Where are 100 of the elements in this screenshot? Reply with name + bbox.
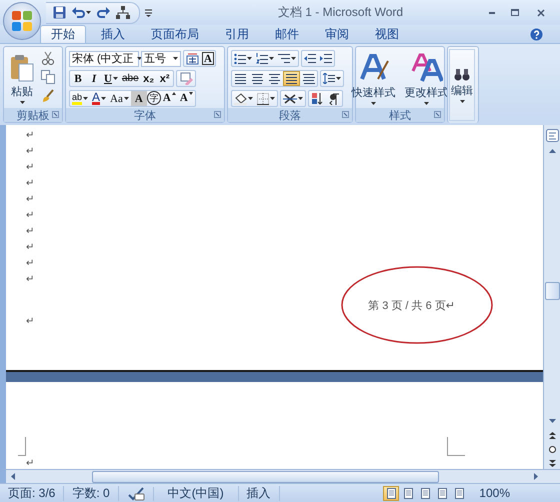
- double-up-arrow-icon: [548, 432, 556, 438]
- align-button[interactable]: [283, 71, 300, 86]
- scissors-icon: [41, 51, 55, 65]
- paste-button[interactable]: 粘贴: [7, 50, 37, 108]
- format-button[interactable]: x²: [156, 71, 173, 86]
- copy-button[interactable]: [40, 69, 56, 85]
- caret-icon: [298, 97, 303, 100]
- caret-icon: [248, 97, 253, 100]
- paragraph-mark: ↵: [26, 129, 34, 143]
- paint-bucket-icon: [234, 92, 247, 104]
- format-button[interactable]: x₂: [140, 71, 157, 86]
- ribbon-tab[interactable]: 审阅: [314, 25, 360, 43]
- character-border-button[interactable]: A: [202, 52, 214, 65]
- ruler-toggle-button[interactable]: [544, 127, 560, 143]
- align-button[interactable]: [300, 71, 317, 86]
- zoom-level[interactable]: 100%: [471, 486, 560, 501]
- window-title: 文档 1 - Microsoft Word: [276, 4, 404, 21]
- paragraph-mark: ↵: [26, 177, 34, 191]
- word-count-status[interactable]: 字数: 0: [64, 486, 119, 501]
- highlight-button[interactable]: ab: [70, 91, 90, 106]
- page-view-icon: [402, 488, 414, 499]
- insert-mode-status[interactable]: 插入: [238, 486, 280, 501]
- copy-icon: [41, 70, 55, 84]
- align-lines-icon: [234, 73, 247, 84]
- quick-styles-button[interactable]: 快速样式: [348, 50, 398, 108]
- undo-button[interactable]: [71, 6, 92, 20]
- office-button[interactable]: [3, 2, 41, 40]
- ribbon-tab[interactable]: 页面布局: [140, 25, 210, 43]
- save-button[interactable]: [52, 5, 67, 20]
- bullets-button[interactable]: [232, 51, 254, 66]
- caret-icon: [270, 97, 275, 100]
- font-size-dropdown[interactable]: 五号: [141, 50, 181, 66]
- maximize-icon: [509, 8, 521, 18]
- bullet-list-icon: [234, 53, 246, 64]
- format-painter-button[interactable]: [40, 88, 56, 104]
- redo-icon: [97, 6, 110, 18]
- ribbon-tab[interactable]: 开始: [40, 25, 86, 43]
- group-label: 段落: [279, 108, 301, 122]
- phonetic-guide-button[interactable]: [184, 51, 201, 66]
- page-view-icon: [454, 488, 465, 499]
- align-lines-icon: [268, 73, 281, 84]
- enclose-character-button[interactable]: 字: [146, 91, 161, 105]
- borders-button[interactable]: [255, 91, 277, 106]
- align-lines-icon: [302, 73, 315, 84]
- view-mode-button[interactable]: [383, 486, 400, 501]
- dropdown-caret-icon: [86, 11, 91, 14]
- close-icon: [535, 8, 547, 18]
- minimize-icon: [489, 12, 495, 14]
- caret-icon: [173, 57, 178, 60]
- grow-font-button[interactable]: A: [160, 91, 178, 106]
- caret-icon: [124, 97, 129, 100]
- group-label: 字体: [134, 108, 156, 122]
- change-case-button[interactable]: Aa: [108, 91, 131, 106]
- customize-toolbar-button[interactable]: [144, 8, 153, 18]
- editing-button[interactable]: 编辑: [449, 49, 475, 121]
- shading-button[interactable]: [232, 91, 255, 106]
- page-count-status[interactable]: 页面: 3/6: [0, 486, 64, 501]
- scrollbar-thumb[interactable]: [544, 282, 560, 300]
- paragraph-mark: ↵: [26, 315, 34, 329]
- right-arrow-icon: [534, 473, 538, 480]
- align-lines-icon: [251, 73, 264, 84]
- numbered-list-icon: [256, 53, 268, 64]
- font-color-button[interactable]: A: [90, 91, 108, 106]
- customize-icon: [145, 8, 152, 16]
- numbering-button[interactable]: [254, 51, 276, 66]
- format-button[interactable]: U: [102, 71, 120, 86]
- increase-indent-button[interactable]: [318, 51, 334, 66]
- font-name-dropdown[interactable]: 宋体 (中文正: [69, 50, 139, 66]
- caret-icon: [371, 102, 376, 105]
- character-shading-button[interactable]: A: [130, 91, 147, 106]
- save-icon: [53, 6, 66, 19]
- language-status[interactable]: 中文(中国): [154, 486, 239, 501]
- cut-button[interactable]: [40, 50, 56, 66]
- format-button[interactable]: I: [86, 71, 102, 86]
- diagram-button[interactable]: [115, 5, 131, 20]
- up-triangle-icon: [172, 92, 176, 95]
- ribbon-tab[interactable]: 引用: [214, 25, 260, 43]
- format-button[interactable]: B: [70, 71, 86, 86]
- paragraph-mark: ↵: [26, 457, 34, 471]
- left-arrow-icon: [11, 473, 15, 480]
- decrease-indent-button[interactable]: [302, 51, 318, 66]
- align-button[interactable]: [232, 71, 249, 86]
- paragraph-mark: ↵: [26, 225, 34, 239]
- ribbon-tab[interactable]: 视图: [364, 25, 410, 43]
- multilevel-list-button[interactable]: [276, 51, 298, 66]
- ribbon-tab[interactable]: 邮件: [264, 25, 310, 43]
- align-button[interactable]: [266, 71, 283, 86]
- caret-icon: [291, 57, 296, 60]
- scrollbar-thumb[interactable]: [92, 471, 439, 483]
- down-arrow-icon: [548, 419, 556, 423]
- paragraph-mark: ↵: [26, 257, 34, 271]
- dialog-launcher-icon: [52, 111, 59, 118]
- redo-button[interactable]: [96, 6, 111, 20]
- format-button[interactable]: abe: [120, 71, 141, 86]
- page-view-icon: [436, 488, 448, 499]
- group-label: 剪贴板: [16, 108, 50, 122]
- shrink-font-button[interactable]: A: [178, 91, 195, 106]
- margin-corner-mark: [447, 437, 465, 456]
- ribbon-tab[interactable]: 插入: [90, 25, 136, 43]
- align-button[interactable]: [249, 71, 266, 86]
